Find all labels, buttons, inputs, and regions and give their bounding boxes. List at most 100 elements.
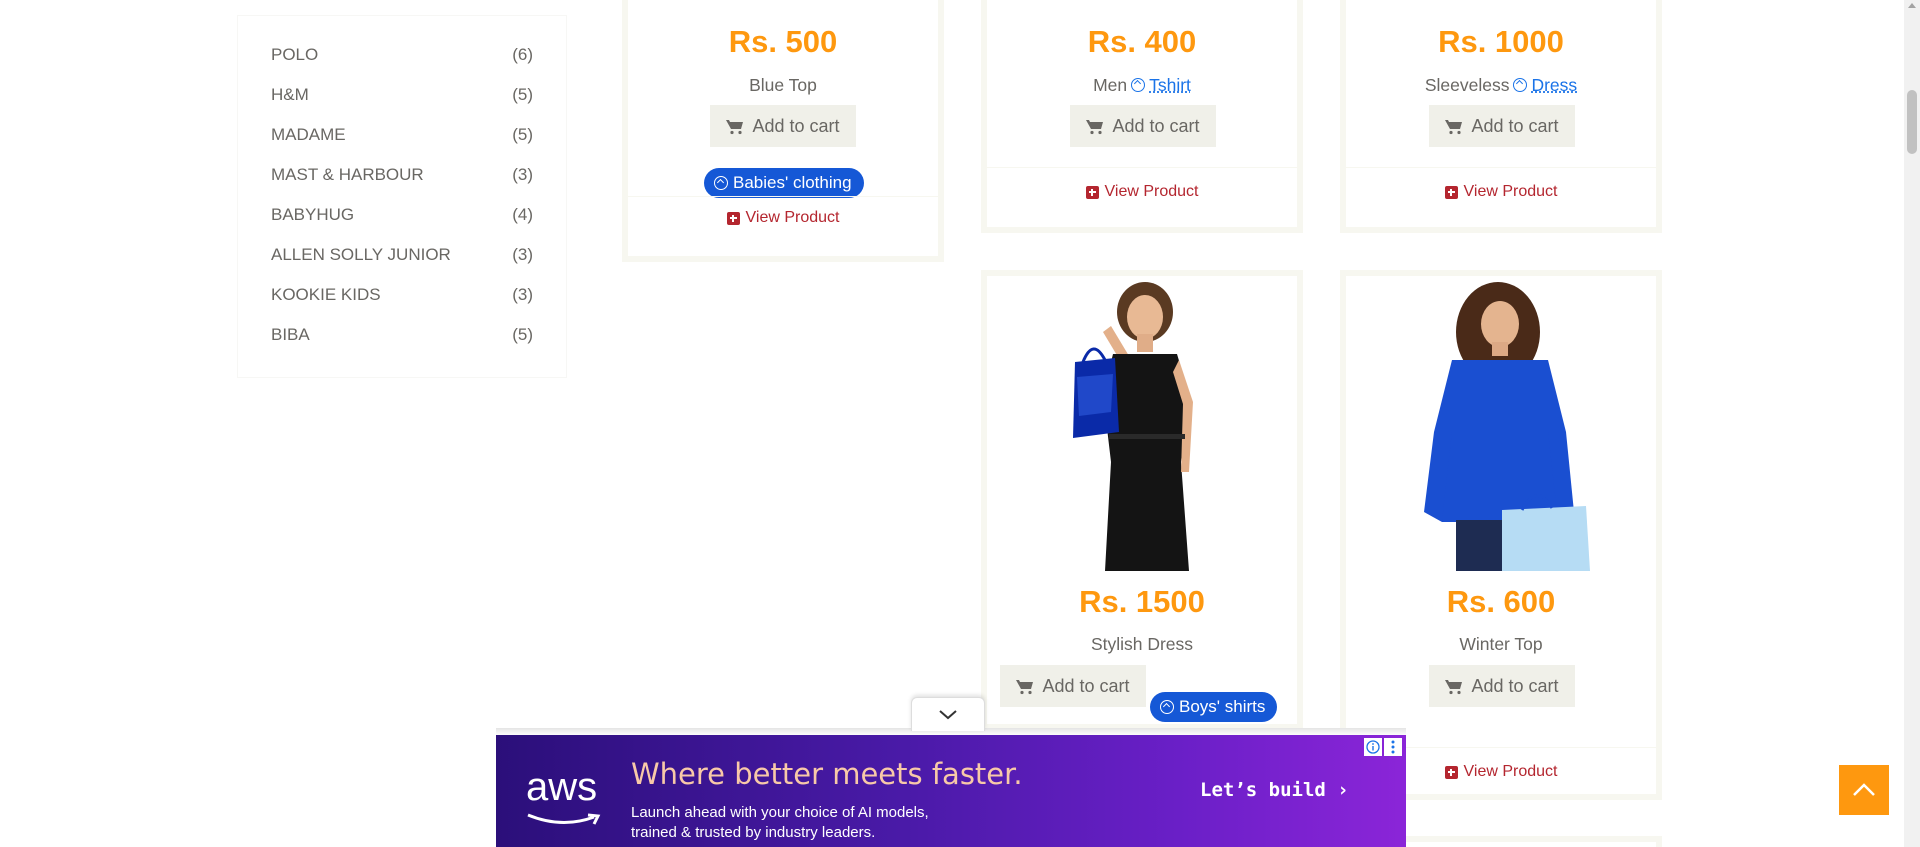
view-product-link[interactable]: View Product	[628, 209, 938, 227]
ad-subtext-line: trained & trusted by industry leaders.	[631, 824, 876, 841]
ad-banner[interactable]: aws Where better meets faster. Launch ah…	[496, 735, 1406, 847]
cart-icon	[1445, 119, 1463, 135]
view-product-label: View Product	[1463, 763, 1558, 780]
brand-count: (3)	[512, 285, 533, 304]
arrow-up-circle-icon	[1160, 700, 1174, 714]
plus-square-icon	[1444, 185, 1458, 199]
view-product-link[interactable]: View Product	[1346, 183, 1656, 201]
product-image[interactable]	[1352, 282, 1656, 571]
add-to-cart-label: Add to cart	[1112, 115, 1200, 136]
brand-name: BABYHUG	[271, 205, 355, 224]
aws-smile-icon	[527, 813, 601, 825]
add-to-cart-button[interactable]: Add to cart	[1429, 665, 1575, 707]
page: POLO (6) H&M (5) MADAME (5) MAST & HARBOUR (…	[0, 0, 1920, 847]
plus-square-icon	[726, 211, 740, 225]
view-product-label: View Product	[1104, 183, 1199, 200]
product-name-text: Sleeveless	[1424, 75, 1510, 95]
arrow-up-circle-icon	[1513, 78, 1528, 92]
product-image[interactable]	[993, 282, 1297, 571]
view-product-label: View Product	[745, 209, 840, 226]
brand-item-hm[interactable]: H&M (5)	[271, 83, 533, 107]
ad-info-button[interactable]	[1364, 738, 1382, 756]
scroll-to-top-button[interactable]	[1839, 765, 1889, 815]
product-price: Rs. 600	[1446, 584, 1556, 619]
brand-count: (3)	[512, 245, 533, 264]
plus-square-icon	[1085, 185, 1099, 199]
chip-label: Babies' clothing	[733, 173, 852, 192]
view-product-link[interactable]: View Product	[987, 183, 1297, 201]
card-divider	[987, 167, 1297, 168]
arrow-up-circle-icon	[1131, 78, 1146, 92]
brand-count: (5)	[512, 125, 533, 144]
category-link-dress[interactable]: Dress	[1531, 75, 1577, 95]
info-icon	[1366, 740, 1380, 754]
brand-name: MADAME	[271, 125, 346, 144]
product-card: Rs. 1000 Sleeveless Dress Add to cart Vie…	[1340, 0, 1662, 233]
chip-label: Boys' shirts	[1179, 697, 1266, 716]
brand-item-kookie-kids[interactable]: KOOKIE KIDS (3)	[271, 283, 533, 307]
brand-name: ALLEN SOLLY JUNIOR	[271, 245, 451, 264]
brand-count: (5)	[512, 325, 533, 344]
brand-name: POLO	[271, 45, 319, 64]
brand-count: (3)	[512, 165, 533, 184]
product-name: Stylish Dress	[1090, 634, 1194, 654]
view-product-label: View Product	[1463, 183, 1558, 200]
brand-item-babyhug[interactable]: BABYHUG (4)	[271, 203, 533, 227]
ad-subtext: Launch ahead with your choice of AI mode…	[631, 803, 1051, 843]
brand-name: MAST & HARBOUR	[271, 165, 424, 184]
product-name-text: Men	[1093, 75, 1128, 95]
add-to-cart-label: Add to cart	[1471, 115, 1559, 136]
product-name: Men Tshirt	[987, 75, 1297, 96]
brand-item-mast-harbour[interactable]: MAST & HARBOUR (3)	[271, 163, 533, 187]
add-to-cart-button[interactable]: Add to cart	[710, 105, 856, 147]
scrollbar-thumb[interactable]	[1907, 90, 1917, 154]
chevron-down-icon	[939, 709, 957, 719]
ad-collapse-button[interactable]	[911, 697, 985, 731]
brand-name: KOOKIE KIDS	[271, 285, 381, 304]
card-divider	[1346, 167, 1656, 168]
product-card: Rs. 500 Blue Top Add to cart Babies' clo…	[622, 0, 944, 262]
category-chip-boys-shirts[interactable]: Boys' shirts	[1150, 692, 1278, 722]
ad-headline: Where better meets faster.	[631, 757, 1023, 791]
brand-item-allen-solly-junior[interactable]: ALLEN SOLLY JUNIOR (3)	[271, 243, 533, 267]
category-link-tshirt[interactable]: Tshirt	[1149, 75, 1191, 95]
scrollbar-up-arrow-icon[interactable]	[1908, 3, 1916, 8]
brand-item-biba[interactable]: BIBA (5)	[271, 323, 533, 347]
card-divider	[628, 196, 938, 197]
cart-icon	[1086, 119, 1104, 135]
brands-panel: POLO (6) H&M (5) MADAME (5) MAST & HARBOUR (…	[237, 15, 567, 378]
cart-icon	[1445, 679, 1463, 695]
chevron-up-icon	[1853, 783, 1875, 796]
more-vertical-icon	[1391, 740, 1395, 754]
cart-icon	[1016, 679, 1034, 695]
ad-cta[interactable]: Let’s build ›	[1200, 779, 1349, 801]
product-price: Rs. 500	[728, 24, 838, 59]
product-card: Rs. 1500 Stylish Dress Add to cart Boys'…	[981, 270, 1303, 730]
plus-square-icon	[1444, 765, 1458, 779]
ad-subtext-line: Launch ahead with your choice of AI mode…	[631, 804, 929, 821]
brand-count: (5)	[512, 85, 533, 104]
add-to-cart-label: Add to cart	[752, 115, 840, 136]
aws-logo: aws	[526, 765, 598, 809]
add-to-cart-button[interactable]: Add to cart	[1070, 105, 1216, 147]
brand-item-polo[interactable]: POLO (6)	[271, 43, 533, 67]
brand-name: BIBA	[271, 325, 310, 344]
product-name: Winter Top	[1459, 634, 1543, 654]
brand-item-madame[interactable]: MADAME (5)	[271, 123, 533, 147]
brand-name: H&M	[271, 85, 309, 104]
arrow-up-circle-icon	[714, 176, 728, 190]
product-price: Rs. 400	[1087, 24, 1197, 59]
product-price: Rs. 1000	[1438, 24, 1564, 59]
brand-count: (4)	[512, 205, 533, 224]
product-name: Sleeveless Dress	[1346, 75, 1656, 96]
category-chip-babies-clothing[interactable]: Babies' clothing	[704, 168, 864, 198]
product-name: Blue Top	[749, 75, 817, 95]
add-to-cart-label: Add to cart	[1042, 675, 1130, 696]
add-to-cart-label: Add to cart	[1471, 675, 1559, 696]
add-to-cart-button[interactable]: Add to cart	[1429, 105, 1575, 147]
product-card: Rs. 600 Winter Top Add to cart View Prod…	[1340, 270, 1662, 800]
brand-count: (6)	[512, 45, 533, 64]
cart-icon	[726, 119, 744, 135]
add-to-cart-button[interactable]: Add to cart	[1000, 665, 1146, 707]
ad-menu-button[interactable]	[1384, 738, 1402, 756]
